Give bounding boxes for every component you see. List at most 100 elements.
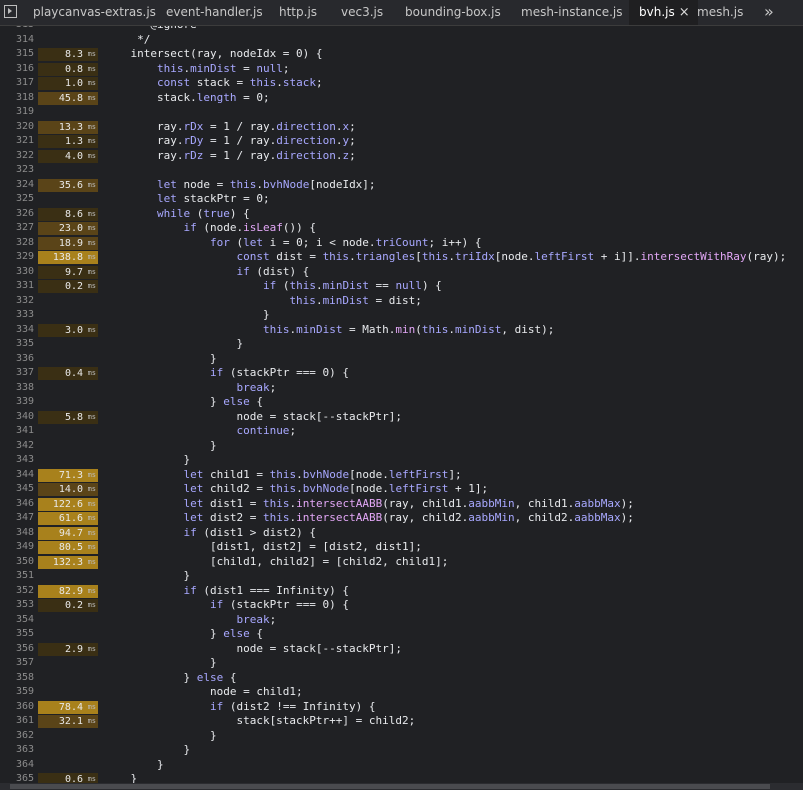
line-number[interactable]: 327 — [0, 221, 34, 236]
code-text[interactable]: intersect(ray, nodeIdx = 0) { — [104, 47, 322, 62]
code-text[interactable]: } — [104, 439, 217, 454]
code-text[interactable]: */ — [104, 33, 150, 48]
tab-playcanvas-extras-js[interactable]: playcanvas-extras.js — [33, 0, 156, 25]
line-number[interactable]: 322 — [0, 149, 34, 164]
code-text[interactable]: if (dist1 === Infinity) { — [104, 584, 349, 599]
tab-vec3-js[interactable]: vec3.js — [341, 0, 383, 25]
code-text[interactable]: } — [104, 352, 217, 367]
code-text[interactable]: let child1 = this.bvhNode[node.leftFirst… — [104, 468, 461, 483]
line-number[interactable]: 321 — [0, 134, 34, 149]
line-number[interactable]: 329 — [0, 250, 34, 265]
line-number[interactable]: 352 — [0, 584, 34, 599]
code-text[interactable]: break; — [104, 381, 276, 396]
code-text[interactable]: } else { — [104, 627, 263, 642]
code-text[interactable]: node = stack[--stackPtr]; — [104, 410, 402, 425]
line-number[interactable]: 334 — [0, 323, 34, 338]
code-text[interactable]: ray.rDz = 1 / ray.direction.z; — [104, 149, 356, 164]
code-text[interactable]: let dist1 = this.intersectAABB(ray, chil… — [104, 497, 633, 512]
line-number[interactable]: 340 — [0, 410, 34, 425]
line-number[interactable]: 325 — [0, 192, 34, 207]
toggle-navigator-icon[interactable] — [4, 5, 17, 18]
code-text[interactable]: } — [104, 453, 190, 468]
code-text[interactable]: stack[stackPtr++] = child2; — [104, 714, 415, 729]
line-number[interactable]: 347 — [0, 511, 34, 526]
code-text[interactable]: this.minDist = dist; — [104, 294, 421, 309]
line-number[interactable]: 353 — [0, 598, 34, 613]
code-text[interactable]: if (stackPtr === 0) { — [104, 366, 349, 381]
line-number[interactable]: 351 — [0, 569, 34, 584]
code-text[interactable]: if (node.isLeaf()) { — [104, 221, 315, 236]
code-text[interactable]: node = child1; — [104, 685, 303, 700]
code-text[interactable]: let node = this.bvhNode[nodeIdx]; — [104, 178, 376, 193]
line-number[interactable]: 358 — [0, 671, 34, 686]
line-number[interactable]: 317 — [0, 76, 34, 91]
line-number[interactable]: 362 — [0, 729, 34, 744]
line-number[interactable]: 333 — [0, 308, 34, 323]
line-number[interactable]: 315 — [0, 47, 34, 62]
line-number[interactable]: 342 — [0, 439, 34, 454]
code-text[interactable]: } — [104, 569, 190, 584]
code-text[interactable]: let stackPtr = 0; — [104, 192, 270, 207]
line-number[interactable]: 343 — [0, 453, 34, 468]
line-number[interactable]: 341 — [0, 424, 34, 439]
code-text[interactable]: if (dist) { — [104, 265, 309, 280]
line-number[interactable]: 330 — [0, 265, 34, 280]
line-number[interactable]: 355 — [0, 627, 34, 642]
code-text[interactable]: } — [104, 729, 217, 744]
code-text[interactable]: node = stack[--stackPtr]; — [104, 642, 402, 657]
tab-http-js[interactable]: http.js — [279, 0, 317, 25]
line-number[interactable]: 323 — [0, 163, 34, 178]
code-text[interactable]: for (let i = 0; i < node.triCount; i++) … — [104, 236, 482, 251]
code-text[interactable]: this.minDist = Math.min(this.minDist, di… — [104, 323, 554, 338]
horizontal-scrollbar[interactable] — [0, 783, 803, 790]
line-number[interactable]: 319 — [0, 105, 34, 120]
line-number[interactable]: 346 — [0, 497, 34, 512]
code-text[interactable]: } — [104, 743, 190, 758]
code-text[interactable]: const stack = this.stack; — [104, 76, 323, 91]
line-number[interactable]: 320 — [0, 120, 34, 135]
line-number[interactable]: 350 — [0, 555, 34, 570]
line-number[interactable]: 326 — [0, 207, 34, 222]
code-text[interactable]: while (true) { — [104, 207, 250, 222]
code-text[interactable]: if (dist1 > dist2) { — [104, 526, 315, 541]
code-editor[interactable]: 313 * @ignore314 */3158.3ms intersect(ra… — [0, 26, 803, 783]
line-number[interactable]: 349 — [0, 540, 34, 555]
line-number[interactable]: 331 — [0, 279, 34, 294]
code-text[interactable]: this.minDist = null; — [104, 62, 289, 77]
code-text[interactable]: } — [104, 758, 164, 773]
line-number[interactable]: 316 — [0, 62, 34, 77]
line-number[interactable]: 365 — [0, 772, 34, 783]
tab-event-handler-js[interactable]: event-handler.js — [166, 0, 263, 25]
code-text[interactable]: const dist = this.triangles[this.triIdx[… — [104, 250, 786, 265]
code-text[interactable]: ray.rDx = 1 / ray.direction.x; — [104, 120, 356, 135]
line-number[interactable]: 363 — [0, 743, 34, 758]
line-number[interactable]: 357 — [0, 656, 34, 671]
line-number[interactable]: 336 — [0, 352, 34, 367]
line-number[interactable]: 332 — [0, 294, 34, 309]
code-text[interactable]: } — [104, 772, 137, 783]
code-text[interactable]: [dist1, dist2] = [dist2, dist1]; — [104, 540, 422, 555]
tab-mesh-instance-js[interactable]: mesh-instance.js — [521, 0, 623, 25]
line-number[interactable]: 361 — [0, 714, 34, 729]
code-text[interactable]: if (dist2 !== Infinity) { — [104, 700, 376, 715]
line-number[interactable]: 339 — [0, 395, 34, 410]
line-number[interactable]: 354 — [0, 613, 34, 628]
code-text[interactable]: } — [104, 337, 243, 352]
code-text[interactable]: break; — [104, 613, 276, 628]
code-text[interactable]: if (this.minDist == null) { — [104, 279, 442, 294]
close-tab-icon[interactable]: × — [679, 5, 690, 20]
more-tabs-icon[interactable]: » — [764, 0, 774, 25]
scrollbar-thumb[interactable] — [10, 784, 770, 789]
code-text[interactable]: } — [104, 308, 270, 323]
code-text[interactable]: } else { — [104, 395, 263, 410]
code-text[interactable]: stack.length = 0; — [104, 91, 270, 106]
line-number[interactable]: 344 — [0, 468, 34, 483]
line-number[interactable]: 318 — [0, 91, 34, 106]
code-text[interactable]: let dist2 = this.intersectAABB(ray, chil… — [104, 511, 633, 526]
code-text[interactable]: continue; — [104, 424, 296, 439]
code-text[interactable]: let child2 = this.bvhNode[node.leftFirst… — [104, 482, 488, 497]
line-number[interactable]: 364 — [0, 758, 34, 773]
tab-bvh-js[interactable]: bvh.js × — [629, 0, 698, 25]
code-text[interactable]: } — [104, 656, 217, 671]
line-number[interactable]: 345 — [0, 482, 34, 497]
